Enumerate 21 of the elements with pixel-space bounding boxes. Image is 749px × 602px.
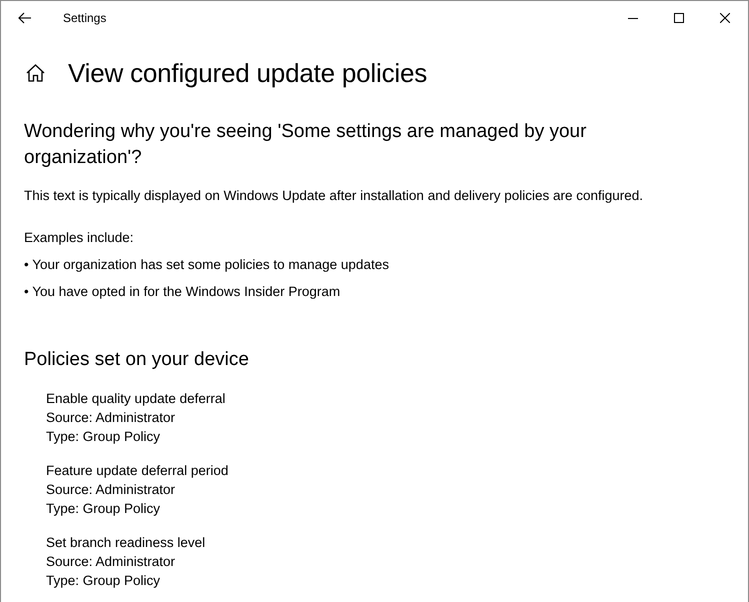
policy-name: Enable quality update deferral [46,390,226,408]
policy-type: Type: Group Policy [46,572,162,590]
policy-name: Set branch readiness level [46,534,206,552]
policy-source: Source: Administrator [46,409,176,427]
policy-name: Feature update deferral period [46,462,230,480]
policy-source: Source: Administrator [46,481,176,499]
examples-label: Examples include: [24,229,135,247]
page-title: View configured update policies [68,58,428,88]
policy-type: Type: Group Policy [46,428,162,446]
description-text: This text is typically displayed on Windows Update after installation and delivery policies are configured. [24,187,644,205]
example-item: • Your organization has set some policies to manage updates [24,256,390,274]
maximize-icon [674,12,684,22]
close-icon [720,12,730,22]
section-heading: Wondering why you're seeing 'Some settings are managed by your organization'? [24,120,588,170]
policy-source: Source: Administrator [46,553,176,571]
home-icon[interactable] [26,64,45,82]
window-title: Settings [63,10,108,24]
policy-type: Type: Group Policy [46,500,162,518]
example-item: • You have opted in for the Windows Insider Program [24,283,342,301]
section-heading: Policies set on your device [24,348,250,372]
back-arrow-icon [18,12,32,24]
